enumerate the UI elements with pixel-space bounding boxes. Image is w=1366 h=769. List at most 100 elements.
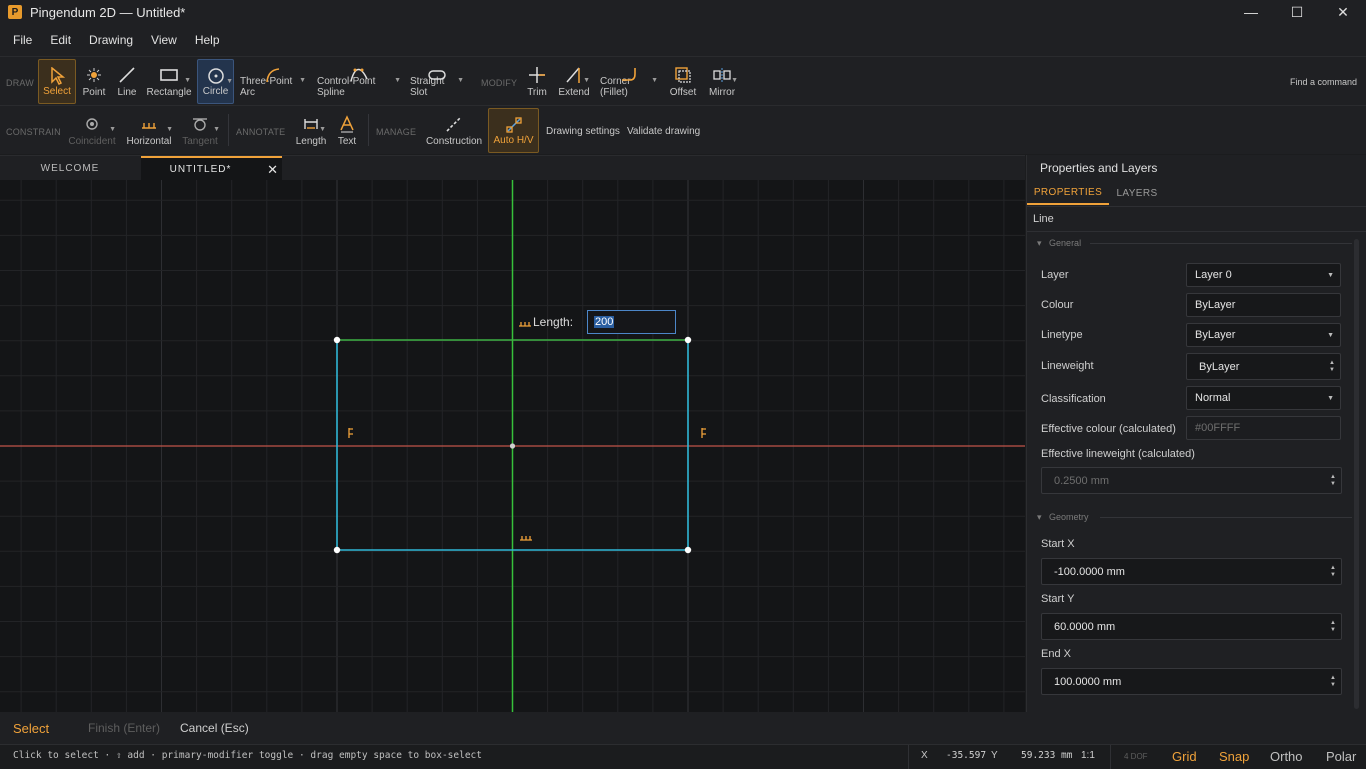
rectangle-tool-button[interactable]: ▼ Rectangle [146, 59, 192, 104]
end-x-label: End X [1041, 648, 1071, 660]
lineweight-value: ByLayer [1199, 360, 1240, 373]
chevron-down-icon[interactable]: ▼ [457, 77, 464, 84]
spin-arrows-icon[interactable]: ▲ ▼ [1330, 565, 1336, 579]
tab-properties-label: PROPERTIES [1033, 186, 1103, 198]
lineweight-spinbox[interactable]: ByLayer ▲ ▼ [1186, 353, 1341, 380]
chevron-down-icon[interactable]: ▼ [184, 77, 191, 84]
length-tool-button[interactable]: ▼ Length [296, 108, 326, 153]
classification-value: Normal [1195, 392, 1231, 404]
text-tool-button[interactable]: Text [334, 108, 360, 153]
close-tab-icon[interactable]: ✕ [267, 162, 278, 178]
spin-arrows-icon[interactable]: ▲ ▼ [1330, 675, 1336, 689]
find-command-link[interactable]: Find a command [1290, 77, 1357, 87]
tab-welcome[interactable]: WELCOME [0, 156, 140, 181]
effective-lineweight-field: 0.2500 mm ▲ ▼ [1041, 467, 1342, 494]
command-select-button[interactable]: Select [13, 721, 49, 736]
menu-view[interactable]: View [142, 33, 186, 47]
chevron-down-icon: ▼ [1327, 394, 1334, 402]
spline-tool-button[interactable]: ▼ Control-Point Spline [317, 59, 401, 104]
corner-fillet-tool-button[interactable]: ▼ Corner (Fillet) [600, 59, 658, 104]
horizontal-tool-button[interactable]: ▼ Horizontal [125, 108, 173, 153]
tab-untitled[interactable]: UNTITLED* ✕ [141, 156, 282, 181]
colour-field[interactable]: ByLayer [1186, 293, 1341, 317]
select-tool-button[interactable]: Select [38, 59, 76, 104]
length-input[interactable]: 200 [587, 310, 677, 334]
menu-file[interactable]: File [4, 33, 41, 47]
vertex-handle[interactable] [333, 336, 341, 344]
menu-edit[interactable]: Edit [41, 33, 80, 47]
trim-tool-button[interactable]: Trim [524, 59, 550, 104]
chevron-down-icon: ▾ [1037, 238, 1042, 248]
section-general[interactable]: ▾ General [1037, 238, 1081, 249]
tangent-tool-button[interactable]: ▼ Tangent [180, 108, 220, 153]
command-bar: Select Finish (Enter) Cancel (Esc) [0, 712, 1366, 744]
snap-toggle[interactable]: Snap [1219, 749, 1249, 764]
section-geometry[interactable]: ▾ Geometry [1037, 512, 1089, 523]
spin-arrows-icon[interactable]: ▲ ▼ [1330, 620, 1336, 634]
vertex-handle[interactable] [684, 546, 692, 554]
effective-colour-field: #00FFFF [1186, 416, 1341, 440]
section-geometry-label: Geometry [1049, 512, 1089, 522]
polar-toggle[interactable]: Polar [1326, 749, 1356, 764]
chevron-down-icon[interactable]: ▼ [299, 77, 306, 84]
drawing-canvas[interactable]: Length: 200 [0, 180, 1025, 712]
chevron-down-icon[interactable]: ▼ [109, 126, 116, 133]
circle-tool-button[interactable]: ▼ Circle [197, 59, 234, 104]
grid-toggle[interactable]: Grid [1172, 749, 1197, 764]
chevron-down-icon[interactable]: ▼ [213, 126, 220, 133]
chevron-down-icon[interactable]: ▼ [651, 77, 658, 84]
linetype-select-value: ByLayer [1195, 329, 1236, 341]
start-y-input[interactable]: 60.0000 mm ▲ ▼ [1041, 613, 1342, 640]
validate-drawing-button[interactable]: Validate drawing [627, 126, 700, 137]
minimize-button[interactable]: — [1228, 0, 1274, 24]
panel-scrollbar[interactable] [1354, 239, 1359, 709]
draw-group-label: DRAW [6, 78, 34, 88]
start-x-input[interactable]: -100.0000 mm ▲ ▼ [1041, 558, 1342, 585]
vertex-handle[interactable] [684, 336, 692, 344]
chevron-down-icon[interactable]: ▼ [731, 77, 738, 84]
drawing-svg[interactable] [0, 180, 1025, 712]
classification-select[interactable]: Normal ▼ [1186, 386, 1341, 410]
chevron-down-icon: ▾ [1037, 512, 1042, 522]
spin-arrows-icon[interactable]: ▲ ▼ [1329, 360, 1335, 374]
slot-icon [427, 65, 447, 85]
three-point-arc-tool-button[interactable]: ▼ Three-Point Arc [240, 59, 306, 104]
mirror-tool-button[interactable]: ▼ Mirror [706, 59, 738, 104]
effective-lineweight-value: 0.2500 mm [1054, 474, 1110, 487]
offset-tool-button[interactable]: Offset [668, 59, 698, 104]
line-tool-button[interactable]: Line [114, 59, 140, 104]
straight-slot-tool-button[interactable]: ▼ Straight Slot [410, 59, 464, 104]
rectangle-tool-label: Rectangle [146, 87, 192, 98]
horizontal-constraint-icon [520, 536, 532, 541]
chevron-down-icon[interactable]: ▼ [319, 126, 326, 133]
end-x-input[interactable]: 100.0000 mm ▲ ▼ [1041, 668, 1342, 695]
layer-select-value: Layer 0 [1195, 269, 1232, 281]
scale-indicator[interactable]: 1:1 [1081, 750, 1095, 761]
panel-title: Properties and Layers [1040, 161, 1158, 175]
cancel-button[interactable]: Cancel (Esc) [180, 721, 249, 735]
chevron-down-icon[interactable]: ▼ [166, 126, 173, 133]
auto-hv-toggle[interactable]: Auto H/V [488, 108, 539, 153]
finish-button[interactable]: Finish (Enter) [88, 721, 160, 735]
menu-help[interactable]: Help [186, 33, 229, 47]
ortho-toggle[interactable]: Ortho [1270, 749, 1303, 764]
point-tool-button[interactable]: Point [80, 59, 108, 104]
origin-point[interactable] [509, 443, 516, 449]
menu-drawing[interactable]: Drawing [80, 33, 142, 47]
chevron-down-icon[interactable]: ▼ [583, 77, 590, 84]
construction-tool-button[interactable]: Construction [426, 108, 482, 153]
chevron-down-icon[interactable]: ▼ [226, 78, 233, 85]
chevron-down-icon[interactable]: ▼ [394, 77, 401, 84]
close-window-button[interactable]: ✕ [1320, 0, 1366, 24]
layer-select[interactable]: Layer 0 ▼ [1186, 263, 1341, 287]
vertex-handle[interactable] [333, 546, 341, 554]
coincident-tool-button[interactable]: ▼ Coincident [68, 108, 116, 153]
linetype-select[interactable]: ByLayer ▼ [1186, 323, 1341, 347]
modify-group-label: MODIFY [481, 78, 518, 88]
drawing-settings-button[interactable]: Drawing settings [546, 126, 620, 137]
tab-properties[interactable]: PROPERTIES [1027, 181, 1109, 205]
fillet-icon [619, 65, 639, 85]
maximize-button[interactable]: ☐ [1274, 0, 1320, 24]
extend-tool-button[interactable]: ▼ Extend [558, 59, 590, 104]
tab-layers[interactable]: LAYERS [1109, 181, 1165, 205]
